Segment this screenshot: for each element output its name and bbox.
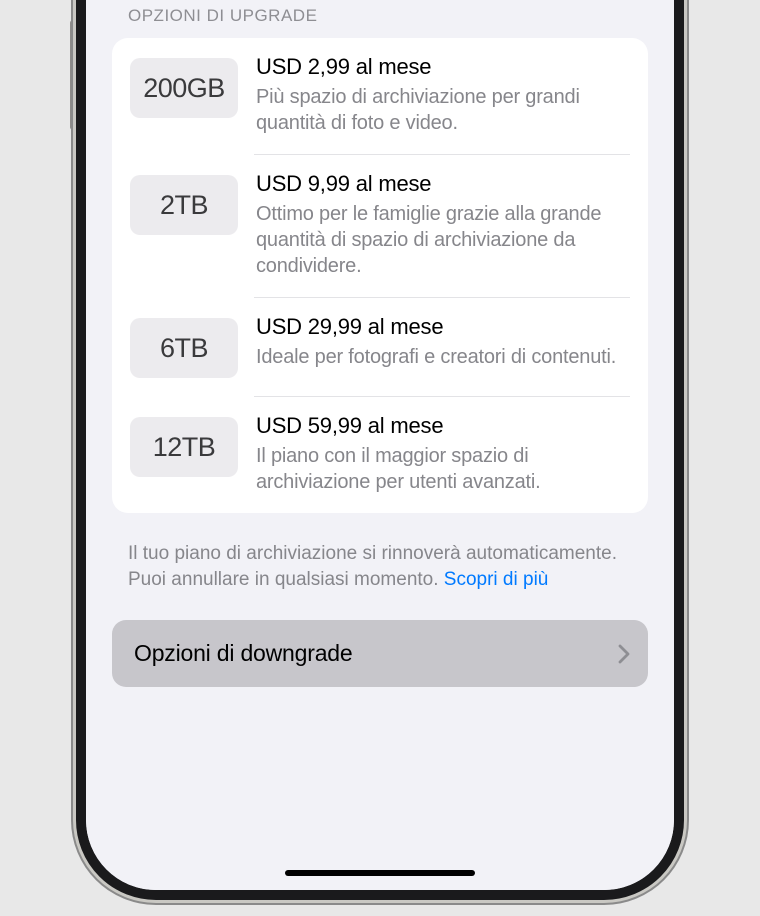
home-indicator[interactable] [285, 870, 475, 876]
phone-side-button [70, 20, 75, 130]
plan-price: USD 29,99 al mese [256, 314, 630, 340]
plan-size: 6TB [160, 333, 208, 364]
plan-badge: 2TB [130, 175, 238, 235]
upgrade-plans-card: 200GB USD 2,99 al mese Più spazio di arc… [112, 38, 648, 513]
plan-size: 12TB [153, 432, 216, 463]
plan-row-2tb[interactable]: 2TB USD 9,99 al mese Ottimo per le famig… [112, 155, 648, 297]
section-header-upgrade: OPZIONI DI UPGRADE [86, 0, 674, 38]
downgrade-label: Opzioni di downgrade [134, 640, 352, 667]
plan-desc: Ottimo per le famiglie grazie alla grand… [256, 201, 630, 279]
phone-frame: OPZIONI DI UPGRADE 200GB USD 2,99 al mes… [76, 0, 684, 900]
plan-price: USD 2,99 al mese [256, 54, 630, 80]
plan-text: USD 2,99 al mese Più spazio di archiviaz… [256, 54, 630, 136]
plan-text: USD 9,99 al mese Ottimo per le famiglie … [256, 171, 630, 279]
plan-desc: Il piano con il maggior spazio di archiv… [256, 443, 630, 495]
plan-badge: 12TB [130, 417, 238, 477]
plan-text: USD 29,99 al mese Ideale per fotografi e… [256, 314, 630, 370]
plan-price: USD 59,99 al mese [256, 413, 630, 439]
plan-desc: Ideale per fotografi e creatori di conte… [256, 344, 630, 370]
plan-badge: 200GB [130, 58, 238, 118]
plan-row-200gb[interactable]: 200GB USD 2,99 al mese Più spazio di arc… [112, 38, 648, 154]
footer-text: Il tuo piano di archiviazione si rinnove… [86, 513, 674, 592]
plan-text: USD 59,99 al mese Il piano con il maggio… [256, 413, 630, 495]
screen: OPZIONI DI UPGRADE 200GB USD 2,99 al mes… [86, 0, 674, 890]
plan-size: 2TB [160, 190, 208, 221]
plan-row-6tb[interactable]: 6TB USD 29,99 al mese Ideale per fotogra… [112, 298, 648, 396]
plan-row-12tb[interactable]: 12TB USD 59,99 al mese Il piano con il m… [112, 397, 648, 513]
plan-price: USD 9,99 al mese [256, 171, 630, 197]
plan-size: 200GB [143, 73, 225, 104]
plan-badge: 6TB [130, 318, 238, 378]
plan-desc: Più spazio di archiviazione per grandi q… [256, 84, 630, 136]
downgrade-options-button[interactable]: Opzioni di downgrade [112, 620, 648, 687]
learn-more-link[interactable]: Scopri di più [444, 569, 549, 590]
chevron-right-icon [618, 644, 630, 664]
page-background: OPZIONI DI UPGRADE 200GB USD 2,99 al mes… [0, 0, 760, 916]
